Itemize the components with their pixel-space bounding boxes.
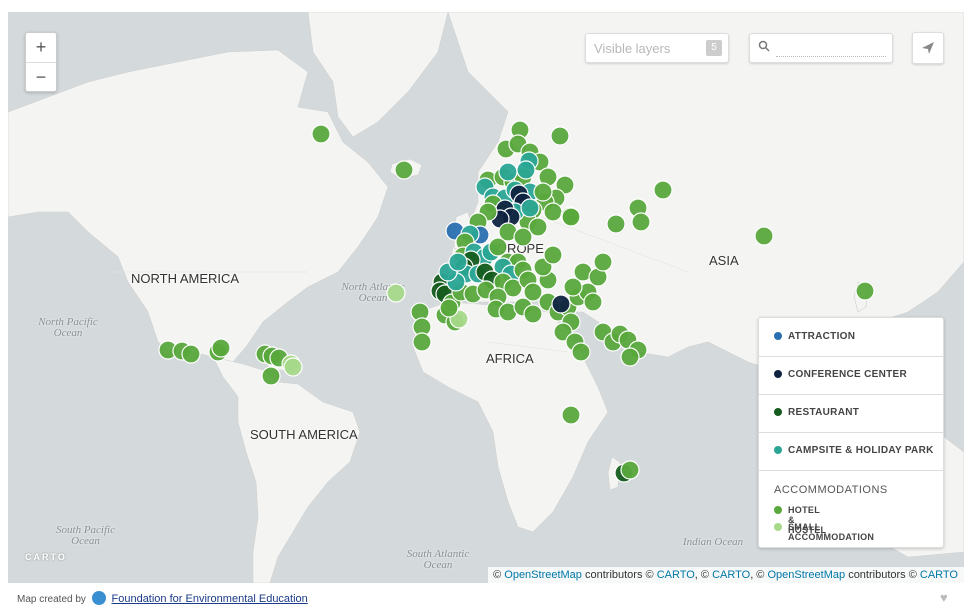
map-marker[interactable] bbox=[620, 460, 640, 480]
map-marker[interactable] bbox=[551, 294, 571, 314]
map-marker[interactable] bbox=[571, 342, 591, 362]
map-marker[interactable] bbox=[394, 160, 414, 180]
attribution-text: © bbox=[493, 569, 502, 581]
map-marker[interactable] bbox=[533, 182, 553, 202]
map-marker[interactable] bbox=[448, 252, 468, 272]
map-marker[interactable] bbox=[543, 245, 563, 265]
attribution-text: , © bbox=[750, 569, 765, 581]
map-marker[interactable] bbox=[386, 283, 406, 303]
fee-logo-icon bbox=[91, 591, 106, 605]
map-marker[interactable] bbox=[631, 212, 651, 232]
map-marker[interactable] bbox=[561, 207, 581, 227]
legend-group-title: ACCOMMODATIONS bbox=[774, 484, 888, 496]
map-marker[interactable] bbox=[550, 126, 570, 146]
footer-prefix: Map created by bbox=[17, 594, 86, 605]
map-marker[interactable] bbox=[311, 124, 331, 144]
legend-swatch bbox=[774, 506, 782, 514]
visible-layers-button[interactable]: Visible layers 5 bbox=[585, 33, 729, 63]
zoom-control: + − bbox=[25, 32, 57, 92]
map-marker[interactable] bbox=[583, 292, 603, 312]
legend-swatch bbox=[774, 370, 782, 378]
map-marker[interactable] bbox=[561, 405, 581, 425]
map-marker[interactable] bbox=[181, 344, 201, 364]
attribution-bar: © OpenStreetMap contributors © CARTO, © … bbox=[488, 567, 964, 583]
map-marker[interactable] bbox=[543, 202, 563, 222]
legend-panel: ATTRACTION CONFERENCE CENTER RESTAURANT … bbox=[758, 317, 944, 548]
map-marker[interactable] bbox=[211, 338, 231, 358]
legend-label: CONFERENCE CENTER bbox=[788, 369, 907, 380]
legend-item-conference-center: CONFERENCE CENTER bbox=[759, 356, 943, 395]
attribution-text: contributors © bbox=[848, 569, 917, 581]
legend-swatch bbox=[774, 332, 782, 340]
carto-logo: CARTO bbox=[25, 552, 67, 562]
search-box[interactable] bbox=[749, 33, 893, 63]
zoom-in-button[interactable]: + bbox=[26, 33, 56, 63]
map-marker[interactable] bbox=[516, 160, 536, 180]
map-marker[interactable] bbox=[563, 277, 583, 297]
map-marker[interactable] bbox=[498, 162, 518, 182]
map-marker[interactable] bbox=[606, 214, 626, 234]
share-button[interactable] bbox=[912, 32, 944, 64]
attribution-text: , © bbox=[694, 569, 710, 581]
search-icon bbox=[758, 40, 770, 52]
legend-swatch bbox=[774, 446, 782, 454]
map-marker[interactable] bbox=[653, 180, 673, 200]
map-marker[interactable] bbox=[412, 332, 432, 352]
osm-link[interactable]: OpenStreetMap bbox=[767, 569, 845, 581]
legend-item-campsite: CAMPSITE & HOLIDAY PARK bbox=[759, 432, 943, 471]
carto-link[interactable]: CARTO bbox=[657, 569, 695, 581]
osm-link[interactable]: OpenStreetMap bbox=[504, 569, 582, 581]
attribution-text: contributors © bbox=[584, 569, 654, 581]
fee-link[interactable]: Foundation for Environmental Education bbox=[112, 593, 308, 605]
map-marker[interactable] bbox=[283, 357, 303, 377]
map-marker[interactable] bbox=[520, 198, 540, 218]
footer-credit: Map created by Foundation for Environmen… bbox=[17, 591, 308, 605]
legend-swatch bbox=[774, 523, 782, 531]
legend-label: RESTAURANT bbox=[788, 407, 860, 418]
legend-item-attraction: ATTRACTION bbox=[759, 318, 943, 357]
legend-label: ATTRACTION bbox=[788, 331, 856, 342]
visible-layers-count: 5 bbox=[706, 40, 722, 56]
search-input[interactable] bbox=[776, 40, 886, 57]
zoom-out-button[interactable]: − bbox=[26, 63, 56, 92]
map-marker[interactable] bbox=[620, 347, 640, 367]
map-marker[interactable] bbox=[593, 252, 613, 272]
map-marker[interactable] bbox=[855, 281, 875, 301]
visible-layers-label: Visible layers bbox=[594, 41, 671, 56]
legend-label: CAMPSITE & HOLIDAY PARK bbox=[788, 445, 934, 456]
map-marker[interactable] bbox=[513, 227, 533, 247]
legend-item-restaurant: RESTAURANT bbox=[759, 394, 943, 433]
map-marker[interactable] bbox=[523, 304, 543, 324]
map-marker[interactable] bbox=[754, 226, 774, 246]
legend-label: SMALL ACCOMMODATION bbox=[788, 522, 875, 542]
send-icon bbox=[922, 42, 934, 54]
legend-swatch bbox=[774, 408, 782, 416]
carto-link[interactable]: CARTO bbox=[920, 569, 958, 581]
map-marker[interactable] bbox=[439, 298, 459, 318]
map-marker[interactable] bbox=[261, 366, 281, 386]
carto-link[interactable]: CARTO bbox=[712, 569, 750, 581]
heart-icon[interactable]: ♥ bbox=[940, 590, 948, 605]
